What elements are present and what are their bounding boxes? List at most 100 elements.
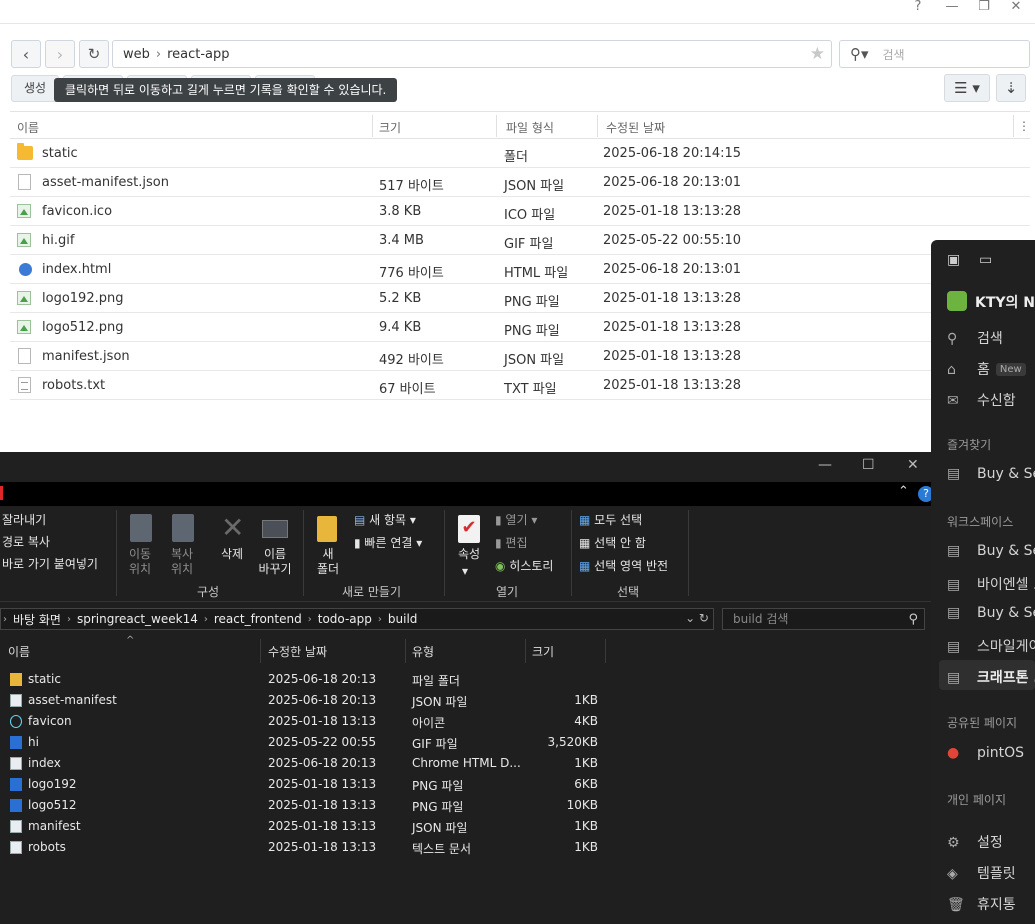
sidebar-page-1[interactable]: ▤ Buy & Sel (947, 543, 1035, 559)
star-icon[interactable]: ★ (810, 44, 825, 64)
help-icon[interactable]: ? (904, 0, 932, 16)
sidebar-page-shared[interactable]: ● pintOS (947, 745, 1024, 761)
notion-logo-icon[interactable]: ▣ (947, 252, 960, 268)
sidebar-item-search[interactable]: ⚲ 검색 (947, 328, 1003, 348)
column-divider[interactable] (605, 639, 606, 663)
table-row[interactable]: logo192.png 5.2 KB PNG 파일 2025-01-18 13:13:… (10, 284, 1030, 313)
select-all-button[interactable]: ▦ 모두 선택 (579, 511, 642, 528)
open-group-label: 열기 (496, 585, 519, 599)
column-size[interactable]: 크기 (379, 119, 401, 136)
close-button[interactable]: ✕ (1002, 0, 1030, 16)
edit-button[interactable]: ▮ 편집 (495, 534, 528, 551)
properties-dropdown-icon[interactable]: ▾ (462, 564, 468, 579)
table-row[interactable]: manifest.json 492 바이트 JSON 파일 2025-01-18 13… (10, 342, 1030, 371)
table-row[interactable]: logo512.png 9.4 KB PNG 파일 2025-01-18 13:13:… (10, 313, 1030, 342)
collapse-ribbon-icon[interactable]: ⌃ (898, 484, 909, 499)
sidebar-toggle-icon[interactable]: ▭ (979, 252, 992, 268)
column-divider[interactable] (260, 639, 261, 663)
restore-button[interactable]: ❐ (970, 0, 998, 16)
path-springreact-week14[interactable]: springreact_week14 (77, 612, 198, 626)
column-divider[interactable] (496, 115, 497, 137)
properties-button[interactable]: 속성 (450, 547, 488, 562)
sidebar-item-inbox[interactable]: ✉ 수신함 (947, 390, 1016, 410)
explorer-search-input[interactable]: build 검색 ⚲ (722, 608, 925, 630)
table-row[interactable]: favicon.ico 3.8 KB ICO 파일 2025-01-18 13:13:… (10, 197, 1030, 226)
path-build[interactable]: build (388, 612, 418, 626)
move-to-button[interactable]: 이동 위치 (122, 547, 158, 577)
new-item-button[interactable]: ▤ 새 항목 ▾ (354, 511, 416, 528)
column-modified[interactable]: 수정한 날짜 (268, 643, 327, 660)
path-todo-app[interactable]: todo-app (318, 612, 372, 626)
sidebar-item-trash[interactable]: 🗑 휴지통 (947, 894, 1016, 914)
back-button[interactable]: ‹ (11, 40, 41, 68)
easy-access-button[interactable]: ▮ 빠른 연결 ▾ (354, 534, 422, 551)
sidebar-page-2[interactable]: ▤ 바이엔셀 ... (947, 574, 1035, 594)
paste-shortcut-button[interactable]: 바로 가기 붙여넣기 (2, 555, 98, 572)
column-divider[interactable] (525, 639, 526, 663)
list-item[interactable]: asset-manifest 2025-06-18 20:13 JSON 파일 1KB (0, 690, 940, 711)
workspace-switcher[interactable]: KTY의 No (947, 291, 1035, 312)
column-size[interactable]: 크기 (532, 643, 554, 660)
minimize-button[interactable]: — (818, 457, 832, 473)
copy-path-button[interactable]: 경로 복사 (2, 533, 50, 550)
sidebar-item-templates[interactable]: ◈ 템플릿 (947, 863, 1016, 883)
table-row[interactable]: index.html 776 바이트 HTML 파일 2025-06-18 20:13… (10, 255, 1030, 284)
sidebar-item-label: 설정 (977, 835, 1003, 851)
sidebar-item-label: Buy & Sel (977, 466, 1035, 482)
column-divider[interactable] (1013, 115, 1014, 137)
minimize-button[interactable]: — (938, 0, 966, 16)
path-desktop[interactable]: 바탕 화면 (13, 611, 61, 628)
delete-button[interactable]: 삭제 (212, 547, 252, 562)
rename-button[interactable]: 이름 바꾸기 (254, 547, 296, 577)
list-item[interactable]: hi 2025-05-22 00:55 GIF 파일 3,520KB (0, 732, 940, 753)
breadcrumb-web[interactable]: web (123, 47, 150, 62)
column-modified[interactable]: 수정된 날짜 (606, 119, 665, 136)
sidebar-item-home[interactable]: ⌂ 홈 New (947, 359, 1026, 379)
list-item[interactable]: favicon 2025-01-18 13:13 아이콘 4KB (0, 711, 940, 732)
more-columns-icon[interactable]: ⋮ (1018, 119, 1030, 133)
search-input[interactable]: ⚲▾ 검색 (839, 40, 1030, 68)
sidebar-page-5[interactable]: ▤ 크래프톤 ... (947, 667, 1035, 687)
list-item[interactable]: logo192 2025-01-18 13:13 PNG 파일 6KB (0, 774, 940, 795)
column-divider[interactable] (405, 639, 406, 663)
open-button[interactable]: ▮ 열기 ▾ (495, 511, 537, 528)
explorer-address-bar[interactable]: › 바탕 화면 › springreact_week14 › react_fro… (0, 608, 714, 630)
sidebar-page-favorite[interactable]: ▤ Buy & Sel (947, 466, 1035, 482)
create-button[interactable]: 생성 (11, 75, 60, 102)
list-item[interactable]: robots 2025-01-18 13:13 텍스트 문서 1KB (0, 837, 940, 858)
column-type[interactable]: 유형 (412, 643, 434, 660)
close-button[interactable]: ✕ (907, 457, 919, 473)
sidebar-item-settings[interactable]: ⚙ 설정 (947, 832, 1003, 852)
list-item[interactable]: static 2025-06-18 20:13 파일 폴더 (0, 669, 940, 690)
copy-to-button[interactable]: 복사 위치 (164, 547, 200, 577)
refresh-button[interactable]: ↻ (79, 40, 109, 68)
column-type[interactable]: 파일 형식 (506, 119, 554, 136)
path-react-frontend[interactable]: react_frontend (214, 612, 302, 626)
list-item[interactable]: index 2025-06-18 20:13 Chrome HTML D... 1KB (0, 753, 940, 774)
history-button[interactable]: ◉ 히스토리 (495, 557, 553, 574)
table-row[interactable]: hi.gif 3.4 MB GIF 파일 2025-05-22 00:55:10 (10, 226, 1030, 255)
table-row[interactable]: static 폴더 2025-06-18 20:14:15 (10, 139, 1030, 168)
column-name[interactable]: 이름 (8, 643, 30, 660)
address-dropdown-refresh-icon[interactable]: ⌄ ↻ (685, 611, 709, 625)
column-name[interactable]: 이름 (17, 119, 39, 136)
breadcrumb-react-app[interactable]: react-app (167, 47, 229, 62)
maximize-button[interactable]: ☐ (862, 457, 875, 473)
new-folder-button[interactable]: 새 폴더 (308, 547, 348, 577)
table-row[interactable]: asset-manifest.json 517 바이트 JSON 파일 2025-06… (10, 168, 1030, 197)
column-divider[interactable] (597, 115, 598, 137)
select-none-button[interactable]: ▦ 선택 안 함 (579, 534, 646, 551)
file-type: JSON 파일 (504, 179, 565, 194)
sidebar-page-3[interactable]: ▤ Buy & Sel (947, 605, 1035, 621)
forward-button[interactable]: › (45, 40, 75, 68)
list-view-button[interactable]: ☰ ▾ (944, 74, 990, 102)
column-divider[interactable] (372, 115, 373, 137)
invert-selection-button[interactable]: ▦ 선택 영역 반전 (579, 557, 668, 574)
list-item[interactable]: logo512 2025-01-18 13:13 PNG 파일 10KB (0, 795, 940, 816)
address-bar[interactable]: web › react-app ★ (112, 40, 832, 68)
sidebar-page-4[interactable]: ▤ 스마일게이 (947, 636, 1035, 656)
table-row[interactable]: robots.txt 67 바이트 TXT 파일 2025-01-18 13:13:2… (10, 371, 1030, 400)
sort-button[interactable]: ⇣ (996, 74, 1026, 102)
list-item[interactable]: manifest 2025-01-18 13:13 JSON 파일 1KB (0, 816, 940, 837)
cut-button[interactable]: 잘라내기 (2, 511, 46, 528)
